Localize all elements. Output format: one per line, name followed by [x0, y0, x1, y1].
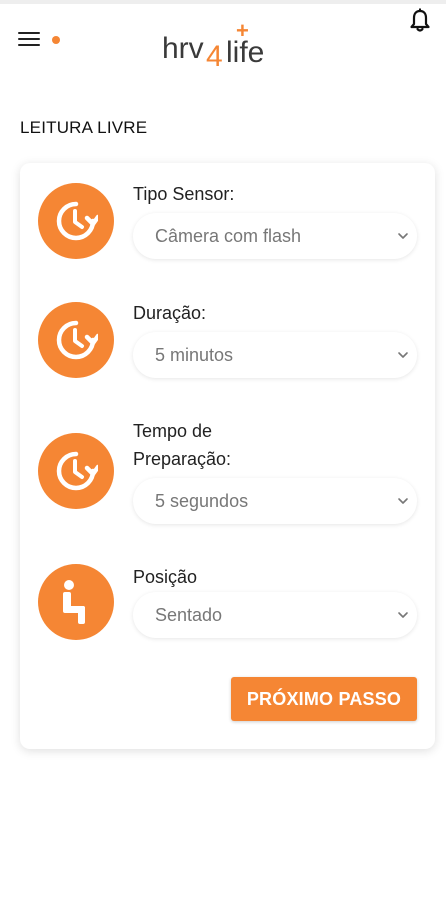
chevron-down-icon: [398, 612, 408, 618]
logo-text-left: hrv: [162, 32, 204, 65]
chevron-down-icon: [398, 352, 408, 358]
hrv4life-logo: hrv 4 life +: [162, 18, 264, 73]
duration-select[interactable]: 5 minutos: [133, 332, 417, 378]
seated-person-icon: [38, 564, 114, 640]
position-value: Sentado: [155, 605, 223, 625]
page-title: LEITURA LIVRE: [20, 118, 148, 137]
notification-dot: [52, 36, 60, 44]
position-select[interactable]: Sentado: [133, 592, 417, 638]
sensor-type-select[interactable]: Câmera com flash: [133, 213, 417, 259]
clock-refresh-icon: [38, 433, 114, 509]
chevron-down-icon: [398, 498, 408, 504]
chevron-down-icon: [398, 233, 408, 239]
reading-settings-card: Tipo Sensor: Câmera com flash Duração: 5…: [20, 163, 435, 749]
hamburger-menu-icon[interactable]: [18, 30, 42, 48]
field-label-duration: Duração:: [133, 303, 207, 323]
field-label-position: Posição: [133, 567, 198, 587]
preparation-time-value: 5 segundos: [155, 491, 249, 511]
field-label-preparation-time: Tempo de Preparação:: [133, 421, 232, 469]
field-label-sensor-type: Tipo Sensor:: [133, 184, 235, 204]
top-divider: [0, 0, 446, 4]
logo-plus: +: [236, 18, 249, 43]
duration-value: 5 minutos: [155, 345, 234, 365]
logo-text-number: 4: [206, 40, 223, 73]
next-step-button[interactable]: PRÓXIMO PASSO: [231, 677, 417, 721]
bell-icon[interactable]: [408, 8, 432, 34]
clock-refresh-icon: [38, 183, 114, 259]
preparation-time-select[interactable]: 5 segundos: [133, 478, 417, 524]
sensor-type-value: Câmera com flash: [155, 226, 302, 246]
clock-refresh-icon: [38, 302, 114, 378]
